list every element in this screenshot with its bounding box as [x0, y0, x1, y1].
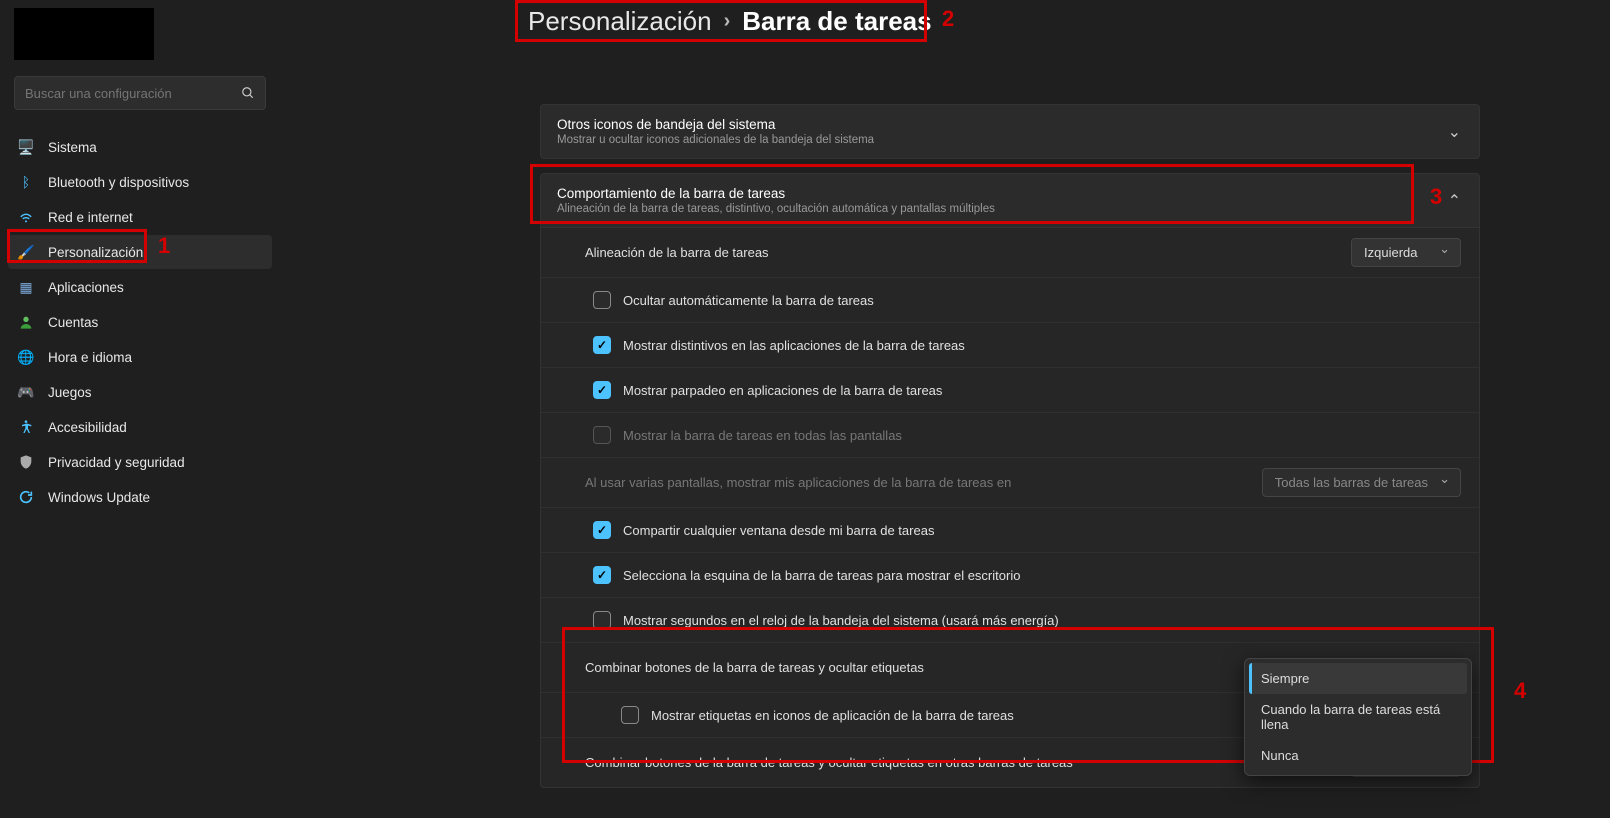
- update-icon: [18, 489, 34, 505]
- row-label: Selecciona la esquina de la barra de tar…: [623, 568, 1020, 583]
- checkbox[interactable]: [621, 706, 639, 724]
- dropdown-combine-popup[interactable]: Siempre Cuando la barra de tareas está l…: [1244, 658, 1472, 776]
- row-corner[interactable]: Selecciona la esquina de la barra de tar…: [541, 553, 1479, 598]
- sidebar-item-label: Sistema: [48, 140, 97, 155]
- sidebar-item-cuentas[interactable]: Cuentas: [8, 305, 272, 339]
- breadcrumb: Personalización › Barra de tareas: [520, 0, 940, 43]
- chevron-right-icon: ›: [724, 10, 731, 33]
- row-alignment: Alineación de la barra de tareas Izquier…: [541, 228, 1479, 278]
- row-label: Compartir cualquier ventana desde mi bar…: [623, 523, 934, 538]
- sidebar-item-privacidad[interactable]: Privacidad y seguridad: [8, 445, 272, 479]
- row-label: Mostrar segundos en el reloj de la bande…: [623, 613, 1059, 628]
- row-label: Al usar varias pantallas, mostrar mis ap…: [585, 475, 1011, 490]
- search-box[interactable]: [14, 76, 266, 110]
- row-label: Ocultar automáticamente la barra de tare…: [623, 293, 874, 308]
- checkbox[interactable]: [593, 521, 611, 539]
- sidebar-item-juegos[interactable]: 🎮 Juegos: [8, 375, 272, 409]
- row-label: Mostrar etiquetas en iconos de aplicació…: [651, 708, 1014, 723]
- content-area: Otros iconos de bandeja del sistema Most…: [540, 60, 1480, 818]
- row-badges[interactable]: Mostrar distintivos en las aplicaciones …: [541, 323, 1479, 368]
- row-label: Mostrar parpadeo en aplicaciones de la b…: [623, 383, 942, 398]
- checkbox[interactable]: [593, 611, 611, 629]
- sidebar-item-bluetooth[interactable]: ᛒ Bluetooth y dispositivos: [8, 165, 272, 199]
- dropdown-option-siempre[interactable]: Siempre: [1249, 663, 1467, 694]
- gamepad-icon: 🎮: [18, 384, 34, 400]
- main-panel: Personalización › Barra de tareas Otros …: [280, 0, 1610, 818]
- wifi-icon: [18, 209, 34, 225]
- row-flash[interactable]: Mostrar parpadeo en aplicaciones de la b…: [541, 368, 1479, 413]
- clock-globe-icon: 🌐: [18, 349, 34, 365]
- chevron-down-icon: ⌄: [1448, 122, 1461, 142]
- monitor-icon: 🖥️: [18, 139, 34, 155]
- sidebar-item-windows-update[interactable]: Windows Update: [8, 480, 272, 514]
- search-input[interactable]: [25, 86, 241, 101]
- row-label: Mostrar distintivos en las aplicaciones …: [623, 338, 965, 353]
- section-title: Otros iconos de bandeja del sistema: [557, 117, 1429, 132]
- sidebar-item-label: Hora e idioma: [48, 350, 132, 365]
- row-label: Mostrar la barra de tareas en todas las …: [623, 428, 902, 443]
- sidebar-item-label: Accesibilidad: [48, 420, 127, 435]
- user-icon: [18, 314, 34, 330]
- breadcrumb-current: Barra de tareas: [742, 6, 931, 37]
- row-share[interactable]: Compartir cualquier ventana desde mi bar…: [541, 508, 1479, 553]
- checkbox[interactable]: [593, 381, 611, 399]
- sidebar-item-red[interactable]: Red e internet: [8, 200, 272, 234]
- sidebar-item-accesibilidad[interactable]: Accesibilidad: [8, 410, 272, 444]
- sidebar-item-aplicaciones[interactable]: ▦ Aplicaciones: [8, 270, 272, 304]
- search-icon: [241, 86, 255, 100]
- select-alignment[interactable]: Izquierda: [1351, 238, 1461, 267]
- row-label: Combinar botones de la barra de tareas y…: [585, 755, 1073, 770]
- breadcrumb-parent[interactable]: Personalización: [528, 6, 712, 37]
- checkbox[interactable]: [593, 336, 611, 354]
- checkbox: [593, 426, 611, 444]
- checkbox[interactable]: [593, 291, 611, 309]
- row-all-screens: Mostrar la barra de tareas en todas las …: [541, 413, 1479, 458]
- sidebar-item-label: Aplicaciones: [48, 280, 124, 295]
- row-label: Combinar botones de la barra de tareas y…: [585, 660, 924, 675]
- sidebar-item-label: Personalización: [48, 245, 143, 260]
- dropdown-option-nunca[interactable]: Nunca: [1249, 740, 1467, 771]
- bluetooth-icon: ᛒ: [18, 174, 34, 190]
- section-subtitle: Mostrar u ocultar iconos adicionales de …: [557, 134, 1429, 146]
- sidebar-item-personalizacion[interactable]: 🖌️ Personalización: [8, 235, 272, 269]
- chevron-up-icon: ⌃: [1448, 191, 1461, 211]
- row-seconds[interactable]: Mostrar segundos en el reloj de la bande…: [541, 598, 1479, 643]
- section-subtitle: Alineación de la barra de tareas, distin…: [557, 203, 1429, 215]
- checkbox[interactable]: [593, 566, 611, 584]
- accessibility-icon: [18, 419, 34, 435]
- sidebar-item-label: Red e internet: [48, 210, 133, 225]
- sidebar-item-label: Privacidad y seguridad: [48, 455, 185, 470]
- brush-icon: 🖌️: [18, 244, 34, 260]
- row-label: Alineación de la barra de tareas: [585, 245, 769, 260]
- section-taskbar-behavior[interactable]: Comportamiento de la barra de tareas Ali…: [540, 173, 1480, 228]
- row-multiscreen: Al usar varias pantallas, mostrar mis ap…: [541, 458, 1479, 508]
- shield-icon: [18, 454, 34, 470]
- dropdown-option-cuando[interactable]: Cuando la barra de tareas está llena: [1249, 694, 1467, 740]
- apps-icon: ▦: [18, 279, 34, 295]
- row-autohide[interactable]: Ocultar automáticamente la barra de tare…: [541, 278, 1479, 323]
- sidebar-item-label: Juegos: [48, 385, 92, 400]
- sidebar-item-hora[interactable]: 🌐 Hora e idioma: [8, 340, 272, 374]
- section-tray-icons[interactable]: Otros iconos de bandeja del sistema Most…: [540, 104, 1480, 159]
- sidebar: 🖥️ Sistema ᛒ Bluetooth y dispositivos Re…: [0, 0, 280, 818]
- user-profile-box[interactable]: [14, 8, 154, 60]
- select-multiscreen: Todas las barras de tareas: [1262, 468, 1461, 497]
- sidebar-item-label: Bluetooth y dispositivos: [48, 175, 189, 190]
- sidebar-item-label: Windows Update: [48, 490, 150, 505]
- sidebar-item-sistema[interactable]: 🖥️ Sistema: [8, 130, 272, 164]
- sidebar-item-label: Cuentas: [48, 315, 98, 330]
- section-title: Comportamiento de la barra de tareas: [557, 186, 1429, 201]
